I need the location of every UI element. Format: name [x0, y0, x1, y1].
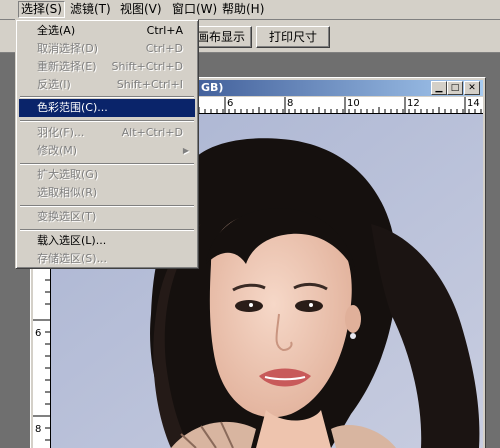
menu-item-shortcut: Alt+Ctrl+D	[121, 126, 183, 139]
menu-select[interactable]: 选择(S)	[18, 1, 65, 18]
menu-item-label: 选取相似(R)	[37, 186, 98, 199]
menu-view[interactable]: 视图(V)	[118, 2, 164, 17]
menu-item-label: 载入选区(L)...	[37, 234, 107, 247]
menu-item-label: 变换选区(T)	[37, 210, 97, 223]
menu-item-modify[interactable]: 修改(M) ▶	[19, 142, 195, 160]
select-menu: 全选(A) Ctrl+A 取消选择(D) Ctrl+D 重新选择(E) Shif…	[15, 19, 199, 269]
menu-item-shortcut: Ctrl+A	[146, 24, 183, 37]
ruler-label-12: 12	[407, 98, 420, 109]
submenu-arrow-icon: ▶	[182, 146, 189, 155]
menu-item-label: 修改(M)	[37, 144, 78, 157]
menu-item-inverse[interactable]: 反选(I) Shift+Ctrl+I	[19, 76, 195, 94]
menu-separator	[20, 163, 194, 165]
menu-item-shortcut: Ctrl+D	[145, 42, 183, 55]
menu-item-grow[interactable]: 扩大选取(G)	[19, 166, 195, 184]
menu-item-reselect[interactable]: 重新选择(E) Shift+Ctrl+D	[19, 58, 195, 76]
menu-item-label: 存储选区(S)...	[37, 252, 108, 265]
ruler-label-8: 8	[287, 98, 293, 109]
minimize-button[interactable]: ▁	[431, 81, 447, 95]
menu-separator	[20, 205, 194, 207]
menu-item-color-range[interactable]: 色彩范围(C)...	[19, 99, 195, 117]
menu-item-label: 扩大选取(G)	[37, 168, 99, 181]
maximize-icon: □	[450, 83, 460, 93]
close-icon: ✕	[468, 83, 476, 93]
menu-item-similar[interactable]: 选取相似(R)	[19, 184, 195, 202]
menu-filter[interactable]: 滤镜(T)	[68, 2, 113, 17]
ruler-label-14: 14	[467, 98, 480, 109]
menu-window[interactable]: 窗口(W)	[170, 2, 219, 17]
menu-help[interactable]: 帮助(H)	[220, 2, 266, 17]
menu-item-select-all[interactable]: 全选(A) Ctrl+A	[19, 22, 195, 40]
ruler-label-6: 6	[227, 98, 233, 109]
fit-on-screen-label: 画布显示	[196, 30, 245, 44]
menu-item-label: 重新选择(E)	[37, 60, 97, 73]
menu-separator	[20, 229, 194, 231]
menu-item-transform-selection[interactable]: 变换选区(T)	[19, 208, 195, 226]
menu-item-shortcut: Shift+Ctrl+D	[111, 60, 183, 73]
menu-bar: 选择(S) 滤镜(T) 视图(V) 窗口(W) 帮助(H)	[0, 0, 500, 20]
menu-item-label: 羽化(F)...	[37, 126, 85, 139]
close-button[interactable]: ✕	[464, 81, 480, 95]
vruler-label-6: 6	[35, 328, 41, 339]
menu-item-label: 色彩范围(C)...	[37, 101, 108, 114]
minimize-icon: ▁	[435, 83, 443, 93]
menu-item-deselect[interactable]: 取消选择(D) Ctrl+D	[19, 40, 195, 58]
menu-item-load-selection[interactable]: 载入选区(L)...	[19, 232, 195, 250]
menu-separator	[20, 120, 194, 122]
maximize-button[interactable]: □	[447, 81, 463, 95]
menu-item-save-selection[interactable]: 存储选区(S)...	[19, 250, 195, 268]
menu-item-label: 全选(A)	[37, 24, 76, 37]
menu-separator	[20, 96, 194, 98]
menu-item-shortcut: Shift+Ctrl+I	[116, 78, 183, 91]
menu-item-feather[interactable]: 羽化(F)... Alt+Ctrl+D	[19, 124, 195, 142]
document-title: GB)	[201, 81, 224, 94]
menu-item-label: 取消选择(D)	[37, 42, 99, 55]
vruler-label-8: 8	[35, 424, 41, 435]
print-size-button[interactable]: 打印尺寸	[256, 26, 330, 48]
ruler-label-10: 10	[347, 98, 360, 109]
menu-item-label: 反选(I)	[37, 78, 71, 91]
